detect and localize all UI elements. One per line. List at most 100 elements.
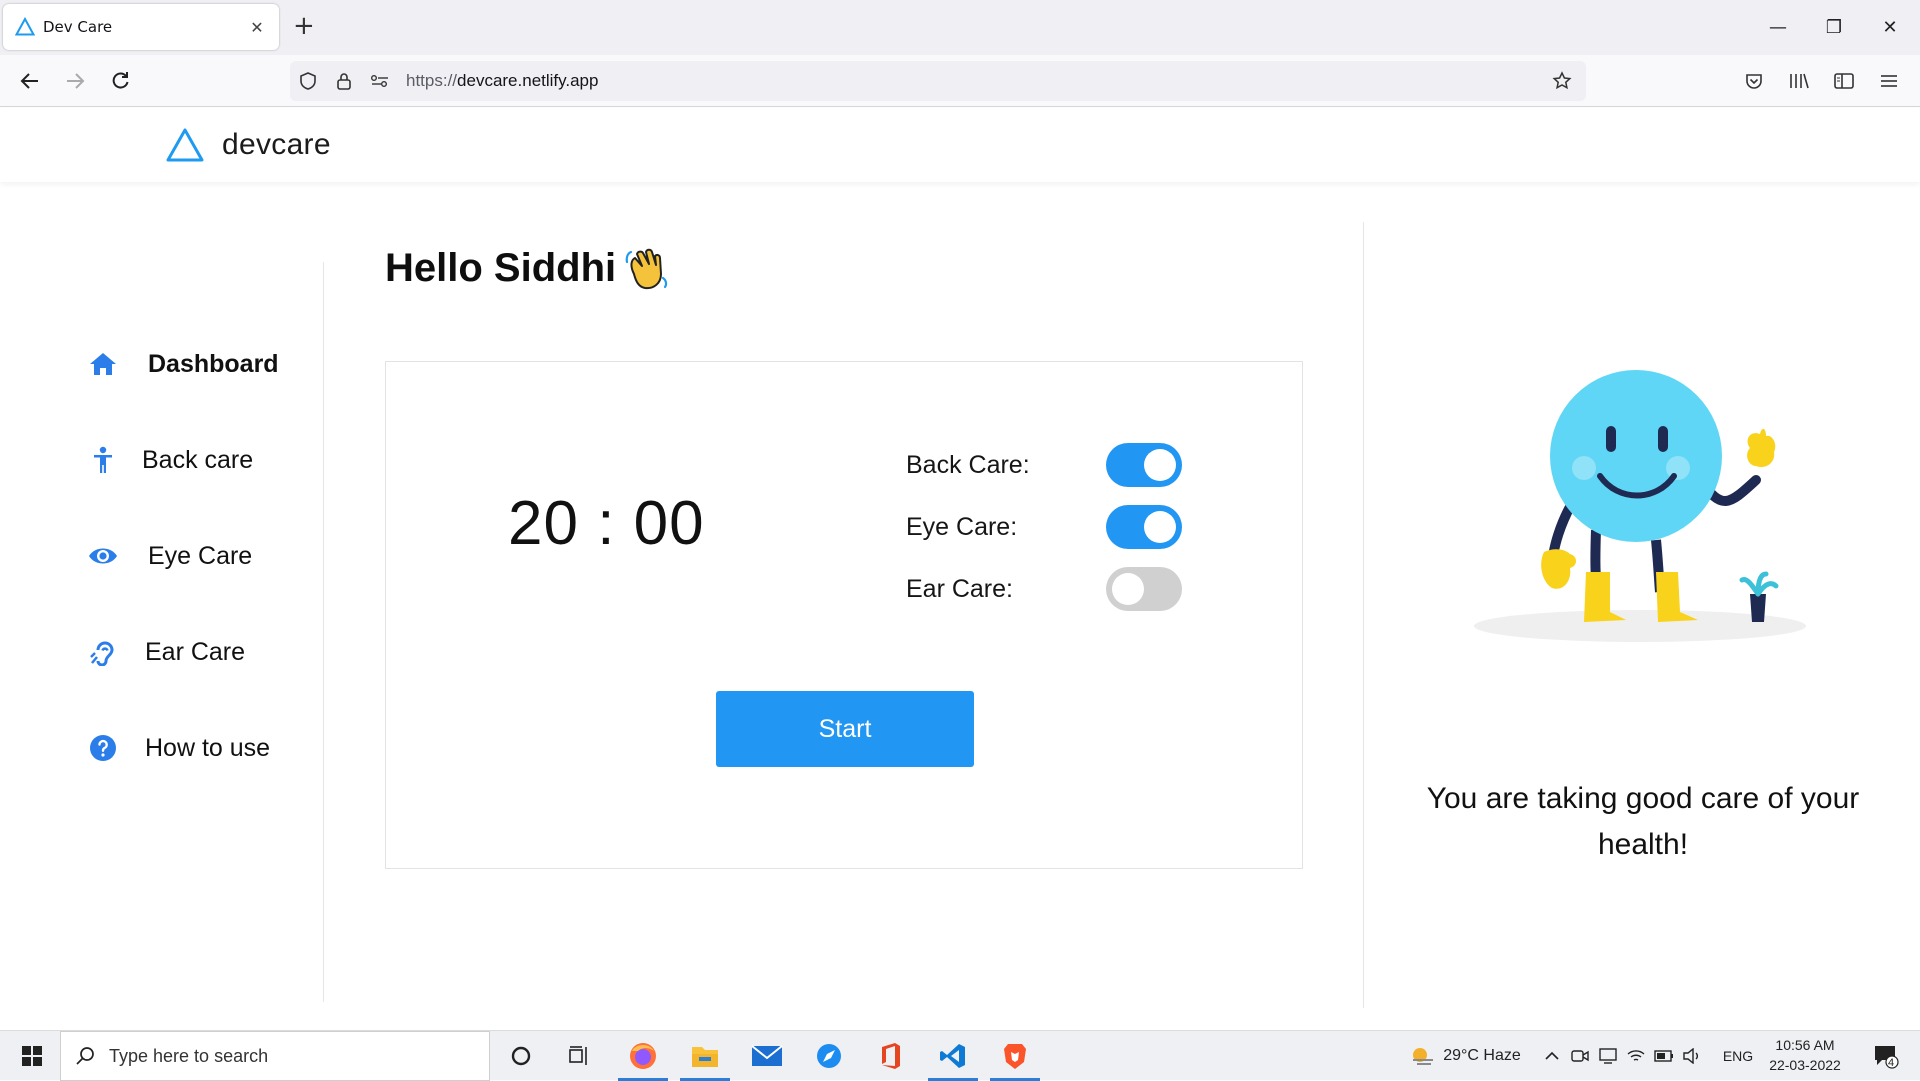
task-view-icon (569, 1046, 587, 1065)
restore-button[interactable]: ❐ (1806, 0, 1862, 55)
pocket-button[interactable] (1738, 65, 1770, 97)
taskbar-search[interactable]: Type here to search (60, 1031, 490, 1081)
start-button[interactable]: Start (716, 691, 974, 767)
cortana-button[interactable] (492, 1031, 550, 1081)
windows-taskbar: Type here to search 29°C Haze ENG 10:56 … (0, 1030, 1920, 1081)
start-menu-button[interactable] (10, 1031, 54, 1081)
sidebar-item-label: Eye Care (148, 541, 253, 570)
display-icon[interactable] (1596, 1031, 1620, 1081)
arrow-right-icon (67, 73, 85, 89)
windows-logo-icon (22, 1046, 42, 1066)
mail-icon (751, 1045, 783, 1066)
haze-sun-icon (1413, 1048, 1434, 1065)
taskbar-vscode[interactable] (924, 1031, 982, 1081)
taskbar-file-explorer[interactable] (676, 1031, 734, 1081)
address-bar[interactable]: https://devcare.netlify.app (290, 61, 1586, 101)
site-logo[interactable]: devcare (166, 128, 331, 162)
taskbar-app-blue[interactable] (800, 1031, 858, 1081)
url-host: devcare.netlify.app (457, 71, 599, 90)
eye-care-toggle[interactable] (1106, 505, 1182, 549)
library-button[interactable] (1783, 65, 1815, 97)
tab-close-icon[interactable]: ✕ (247, 18, 267, 37)
shield-icon[interactable] (290, 61, 326, 101)
browser-nav-bar: https://devcare.netlify.app (0, 55, 1920, 107)
waving-hand-icon (625, 248, 668, 290)
notification-center-button[interactable]: 4 (1866, 1031, 1906, 1081)
ear-care-toggle[interactable] (1106, 567, 1182, 611)
tab-title: Dev Care (43, 18, 113, 36)
meet-now-icon[interactable] (1568, 1031, 1592, 1081)
tray-overflow-chevron-icon[interactable] (1540, 1031, 1564, 1081)
right-divider (1363, 222, 1364, 1008)
firefox-icon (630, 1043, 656, 1069)
lock-icon[interactable] (326, 61, 362, 101)
close-window-button[interactable]: ✕ (1862, 0, 1918, 55)
sidebar-item-back-care[interactable]: Back care (88, 440, 253, 480)
sidebar-item-how-to-use[interactable]: How to use (88, 728, 270, 768)
option-eye-care: Eye Care: (906, 505, 1206, 549)
taskbar-clock[interactable]: 10:56 AM 22-03-2022 (1760, 1035, 1850, 1075)
triangle-logo-icon (166, 128, 204, 162)
sidebar-item-eye-care[interactable]: Eye Care (88, 536, 252, 576)
taskbar-mail[interactable] (738, 1031, 796, 1081)
taskbar-brave[interactable] (986, 1031, 1044, 1081)
reload-icon (112, 72, 129, 89)
greeting-text: Hello Siddhi (385, 245, 617, 290)
notification-icon (1875, 1046, 1899, 1069)
menu-button[interactable] (1873, 65, 1905, 97)
sidebar-item-ear-care[interactable]: Ear Care (88, 632, 245, 672)
back-button[interactable] (14, 65, 46, 97)
site-header: devcare (0, 108, 1920, 182)
brave-lion-icon (1004, 1044, 1026, 1069)
timer-card: 20 : 00 Back Care: Eye Care: Ear Care: S… (385, 361, 1303, 869)
health-message: You are taking good care of your health! (1426, 782, 1860, 861)
office-icon (882, 1043, 900, 1069)
language-text: ENG (1722, 1048, 1754, 1064)
sidebar-toggle-button[interactable] (1828, 65, 1860, 97)
option-label: Back Care: (906, 450, 1030, 479)
option-ear-care: Ear Care: (906, 567, 1206, 611)
minimize-button[interactable]: — (1750, 0, 1806, 55)
notification-count: 4 (1888, 1057, 1895, 1069)
clock-date: 22-03-2022 (1769, 1057, 1841, 1073)
battery-icon[interactable] (1652, 1031, 1676, 1081)
back-care-toggle[interactable] (1106, 443, 1182, 487)
timer-display: 20 : 00 (508, 489, 705, 558)
url-text[interactable]: https://devcare.netlify.app (406, 71, 598, 91)
devcare-favicon-icon (15, 17, 35, 36)
weather-widget[interactable]: 29°C Haze (1395, 1031, 1535, 1081)
url-protocol: https:// (406, 71, 458, 90)
sidebar-item-label: How to use (145, 733, 271, 762)
forward-button[interactable] (59, 65, 91, 97)
toggle-knob (1144, 449, 1176, 481)
bookmark-star-icon[interactable] (1546, 65, 1578, 97)
sidebar-item-label: Dashboard (148, 349, 279, 378)
language-indicator[interactable]: ENG (1720, 1031, 1756, 1081)
wifi-icon[interactable] (1624, 1031, 1648, 1081)
sidebar-item-dashboard[interactable]: Dashboard (88, 344, 279, 384)
browser-tab[interactable]: Dev Care ✕ (3, 4, 279, 50)
brand-name: devcare (222, 128, 331, 161)
taskbar-office[interactable] (862, 1031, 920, 1081)
option-label: Ear Care: (906, 574, 1013, 603)
library-icon (1790, 73, 1809, 89)
option-label: Eye Care: (906, 512, 1018, 541)
hamburger-icon (1881, 75, 1897, 87)
sidebar-item-label: Ear Care (145, 637, 246, 666)
pocket-icon (1746, 74, 1762, 89)
browser-tab-bar: Dev Care ✕ + — ❐ ✕ (0, 0, 1920, 55)
toggle-knob (1112, 573, 1144, 605)
person-icon (88, 445, 118, 475)
new-tab-button[interactable]: + (293, 12, 315, 40)
vscode-icon (940, 1044, 965, 1068)
home-icon (88, 349, 118, 379)
taskbar-firefox[interactable] (614, 1031, 672, 1081)
help-icon (88, 733, 118, 763)
folder-icon (692, 1047, 718, 1067)
sidebar-icon (1834, 73, 1854, 89)
permissions-icon[interactable] (362, 61, 398, 101)
volume-icon[interactable] (1680, 1031, 1704, 1081)
task-view-button[interactable] (550, 1031, 608, 1081)
weather-text: 29°C Haze (1443, 1047, 1521, 1064)
reload-button[interactable] (104, 65, 136, 97)
